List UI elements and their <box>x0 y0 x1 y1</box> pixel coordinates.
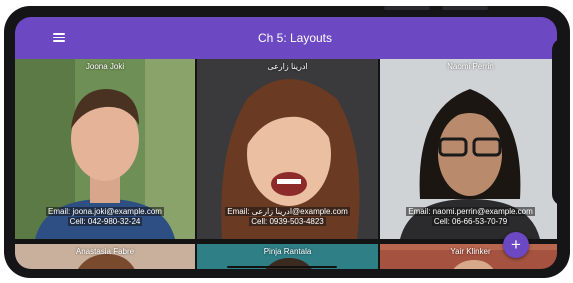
contact-grid: Joona Joki Email: joona.joki@example.com… <box>15 59 557 269</box>
contact-email: Email: joona.joki@example.com <box>46 207 164 216</box>
contact-card[interactable]: Naomi Perrin Email: naomi.perrin@example… <box>380 59 557 239</box>
contact-email: Email: ادرینا زارعی@example.com <box>225 207 350 216</box>
app-screen: Ch 5: Layouts Joona Joki Email: joona.jo… <box>15 17 557 269</box>
contact-info: Email: joona.joki@example.com Cell: 042-… <box>15 207 195 227</box>
contact-name: Anastasia Fabre <box>75 247 135 256</box>
contact-name: Yair Klinker <box>450 247 491 256</box>
contact-cell: Cell: 06-66-53-70-79 <box>431 217 510 226</box>
add-icon: + <box>511 235 521 254</box>
contact-card[interactable]: Anastasia Fabre <box>15 244 195 269</box>
volume-button <box>384 6 430 10</box>
phone-frame: Ch 5: Layouts Joona Joki Email: joona.jo… <box>4 6 570 278</box>
contact-info: Email: ادرینا زارعی@example.com Cell: 09… <box>197 207 378 227</box>
contact-cell: Cell: 0939-503-4823 <box>249 217 326 226</box>
phone-notch <box>552 38 570 206</box>
contact-card[interactable]: Yair Klinker <box>380 244 557 269</box>
app-bar: Ch 5: Layouts <box>15 17 557 59</box>
power-button <box>442 6 488 10</box>
home-indicator <box>227 266 337 268</box>
contact-info: Email: naomi.perrin@example.com Cell: 06… <box>380 207 557 227</box>
contact-name: Naomi Perrin <box>447 62 494 71</box>
contact-name: Pinja Rantala <box>263 247 312 256</box>
contact-card[interactable]: Joona Joki Email: joona.joki@example.com… <box>15 59 195 239</box>
contact-name: Joona Joki <box>85 62 125 71</box>
contact-email: Email: naomi.perrin@example.com <box>406 207 535 216</box>
add-contact-button[interactable]: + <box>503 232 529 258</box>
contact-card[interactable]: ادرینا زارعی Email: ادرینا زارعی@example… <box>197 59 378 239</box>
app-title: Ch 5: Layouts <box>257 31 333 45</box>
contact-name: ادرینا زارعی <box>267 62 308 71</box>
hamburger-menu-icon[interactable] <box>53 33 65 42</box>
contact-cell: Cell: 042-980-32-24 <box>67 217 143 226</box>
